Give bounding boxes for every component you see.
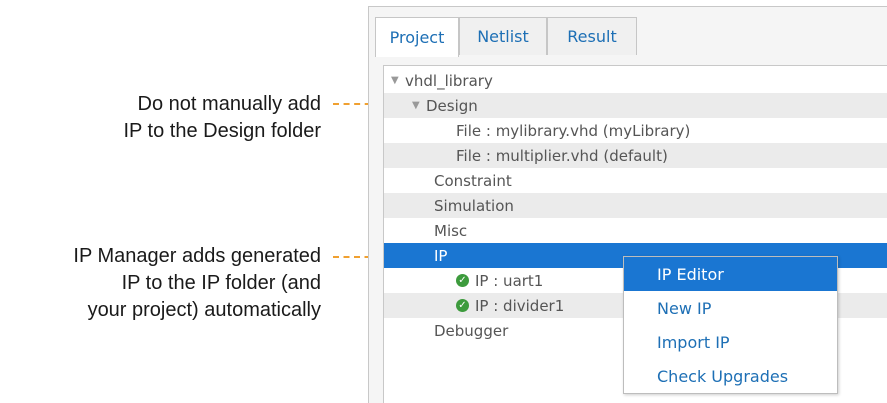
menu-item-ip-editor[interactable]: IP Editor	[624, 257, 837, 291]
tree-item-debugger-label: Debugger	[434, 321, 509, 340]
menu-item-ip-editor-label: IP Editor	[657, 264, 724, 284]
callout-design-line-2: IP to the Design folder	[123, 120, 321, 142]
tree-item-ip-label: IP	[434, 246, 448, 265]
tree-item-file-mylibrary[interactable]: File : mylibrary.vhd (myLibrary)	[384, 118, 887, 143]
callout-ip-line-2: IP to the IP folder (and	[121, 272, 321, 294]
check-icon: ✓	[456, 299, 469, 312]
tab-project-label: Project	[389, 28, 445, 47]
menu-item-check-upgrades[interactable]: Check Upgrades	[624, 359, 837, 393]
tree-item-constraint[interactable]: Constraint	[384, 168, 887, 193]
tab-netlist[interactable]: Netlist	[459, 17, 547, 55]
tree-item-misc-label: Misc	[434, 221, 468, 240]
tab-result[interactable]: Result	[547, 17, 637, 55]
menu-item-check-upgrades-label: Check Upgrades	[657, 366, 789, 386]
tree-item-file1-label: File : mylibrary.vhd (myLibrary)	[456, 121, 691, 140]
expand-caret-icon[interactable]: ▼	[412, 100, 426, 111]
context-menu: IP Editor New IP Import IP Check Upgrade…	[623, 256, 838, 394]
tree-item-design-label: Design	[426, 96, 478, 115]
tab-result-label: Result	[567, 27, 617, 46]
callout-ip-line-1: IP Manager adds generated	[73, 245, 321, 267]
expand-caret-icon[interactable]: ▼	[391, 75, 405, 86]
menu-item-new-ip[interactable]: New IP	[624, 291, 837, 325]
tree-item-file2-label: File : multiplier.vhd (default)	[456, 146, 668, 165]
tree-item-root[interactable]: ▼ vhdl_library	[384, 68, 887, 93]
tab-netlist-label: Netlist	[477, 27, 529, 46]
check-icon: ✓	[456, 274, 469, 287]
tree-item-misc[interactable]: Misc	[384, 218, 887, 243]
tree-item-ip2-label: IP : divider1	[475, 296, 565, 315]
tab-project[interactable]: Project	[375, 17, 459, 57]
tree-item-root-label: vhdl_library	[405, 71, 493, 90]
callout-design-folder: Do not manually add IP to the Design fol…	[123, 91, 321, 145]
tree-item-simulation[interactable]: Simulation	[384, 193, 887, 218]
menu-item-new-ip-label: New IP	[657, 298, 712, 318]
tree-item-design[interactable]: ▼ Design	[384, 93, 887, 118]
menu-item-import-ip-label: Import IP	[657, 332, 730, 352]
callout-design-line-1: Do not manually add	[137, 93, 321, 115]
tree-item-constraint-label: Constraint	[434, 171, 512, 190]
tree-item-file-multiplier[interactable]: File : multiplier.vhd (default)	[384, 143, 887, 168]
callout-ip-folder: IP Manager adds generated IP to the IP f…	[73, 243, 321, 324]
tree-item-ip1-label: IP : uart1	[475, 271, 544, 290]
tree-item-simulation-label: Simulation	[434, 196, 514, 215]
menu-item-import-ip[interactable]: Import IP	[624, 325, 837, 359]
callout-ip-line-3: your project) automatically	[87, 299, 321, 321]
